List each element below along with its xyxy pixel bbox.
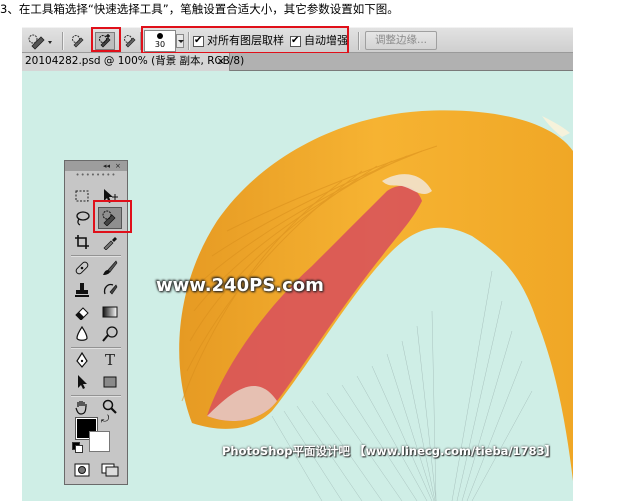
rectangle-icon bbox=[103, 376, 117, 388]
stamp-icon bbox=[75, 283, 89, 297]
tools-divider bbox=[71, 347, 121, 348]
brush-icon bbox=[103, 260, 118, 275]
blur-drop-icon bbox=[76, 326, 88, 341]
subtract-from-selection-mode-button[interactable] bbox=[120, 32, 140, 50]
quick-selection-icon bbox=[28, 34, 52, 50]
sample-all-layers-checkbox[interactable] bbox=[193, 34, 204, 48]
clone-stamp-tool[interactable] bbox=[70, 279, 94, 301]
brush-size-value: 30 bbox=[154, 40, 166, 49]
sample-all-layers-label: 对所有图层取样 bbox=[207, 34, 284, 47]
quick-mask-icon bbox=[74, 463, 90, 477]
document-tab[interactable]: 20104282.psd @ 100% (背景 副本, RGB/8) × bbox=[22, 53, 244, 71]
move-tool[interactable] bbox=[98, 185, 122, 207]
tools-panel-header[interactable]: ◂◂ × bbox=[65, 161, 127, 171]
tools-divider bbox=[71, 255, 121, 256]
quick-selection-tool[interactable] bbox=[98, 207, 122, 229]
subtract-from-selection-icon bbox=[124, 35, 136, 48]
gradient-icon bbox=[102, 306, 118, 318]
path-selection-icon bbox=[78, 375, 87, 389]
sample-all-layers-option[interactable]: 对所有图层取样 bbox=[193, 34, 284, 48]
add-to-selection-icon bbox=[99, 34, 111, 48]
type-icon: T bbox=[104, 351, 115, 369]
add-to-selection-mode-button[interactable] bbox=[95, 32, 115, 50]
auto-enhance-option[interactable]: 自动增强 bbox=[290, 34, 348, 48]
instruction-caption: 3、在工具箱选择“快速选择工具”，笔触设置合适大小，其它参数设置如下图。 bbox=[0, 2, 399, 16]
bandage-icon bbox=[75, 261, 89, 275]
crop-icon bbox=[75, 235, 89, 249]
hand-tool[interactable] bbox=[70, 396, 94, 418]
pen-tool[interactable] bbox=[70, 349, 94, 371]
history-brush-tool[interactable] bbox=[98, 279, 122, 301]
marquee-tool[interactable] bbox=[70, 185, 94, 207]
marquee-icon bbox=[75, 190, 89, 202]
new-selection-icon bbox=[72, 35, 84, 48]
tools-panel: ◂◂ × •••••••• T ⤾ bbox=[64, 160, 128, 485]
spot-healing-tool[interactable] bbox=[70, 257, 94, 279]
auto-enhance-checkbox[interactable] bbox=[290, 34, 301, 48]
eraser-icon bbox=[75, 307, 89, 320]
gradient-tool[interactable] bbox=[98, 301, 122, 323]
screen-mode-icon bbox=[101, 463, 119, 477]
brush-tool[interactable] bbox=[98, 257, 122, 279]
auto-enhance-label: 自动增强 bbox=[304, 34, 348, 47]
document-tab-title: 20104282.psd @ 100% (背景 副本, RGB/8) bbox=[25, 55, 245, 67]
refine-edge-button[interactable]: 调整边缘... bbox=[365, 31, 437, 50]
brush-size-picker[interactable]: 30 bbox=[144, 30, 176, 52]
panel-grip[interactable]: •••••••• bbox=[65, 171, 127, 179]
tab-close-icon[interactable]: × bbox=[217, 53, 225, 70]
rectangle-tool[interactable] bbox=[98, 371, 122, 393]
watermark-text: www.240PS.com bbox=[156, 275, 324, 296]
path-selection-tool[interactable] bbox=[70, 371, 94, 393]
close-panel-icon[interactable]: × bbox=[115, 161, 121, 171]
tool-preset-picker[interactable] bbox=[26, 28, 60, 54]
lasso-icon bbox=[76, 211, 90, 226]
default-colors-icon[interactable] bbox=[72, 442, 83, 453]
hand-icon bbox=[75, 401, 87, 415]
move-icon bbox=[104, 189, 118, 203]
history-brush-icon bbox=[103, 283, 118, 295]
eyedropper-icon bbox=[103, 237, 117, 250]
quick-mask-tool[interactable] bbox=[70, 459, 94, 481]
swap-colors-icon[interactable]: ⤾ bbox=[101, 415, 109, 425]
brush-tip-icon bbox=[157, 33, 163, 39]
pen-icon bbox=[76, 352, 88, 368]
dodge-tool[interactable] bbox=[98, 323, 122, 345]
credit-text: PhotoShop平面设计吧 【www.linecg.com/tieba/178… bbox=[222, 444, 557, 458]
blur-tool[interactable] bbox=[70, 323, 94, 345]
collapse-panel-icon[interactable]: ◂◂ bbox=[103, 161, 110, 171]
type-tool[interactable]: T bbox=[98, 349, 122, 371]
zoom-icon bbox=[102, 399, 117, 414]
background-color-swatch[interactable] bbox=[89, 431, 110, 452]
dodge-icon bbox=[102, 326, 118, 342]
options-bar: 30 对所有图层取样 自动增强 调整边缘... bbox=[22, 27, 573, 53]
screen-mode-tool[interactable] bbox=[98, 459, 122, 481]
brush-picker-dropdown[interactable] bbox=[176, 34, 184, 48]
document-tab-bar: 20104282.psd @ 100% (背景 副本, RGB/8) × bbox=[22, 53, 573, 71]
crop-tool[interactable] bbox=[70, 231, 94, 253]
eyedropper-tool[interactable] bbox=[98, 231, 122, 253]
new-selection-mode-button[interactable] bbox=[68, 32, 88, 50]
quick-selection-icon bbox=[102, 210, 116, 226]
eraser-tool[interactable] bbox=[70, 301, 94, 323]
lasso-tool[interactable] bbox=[70, 207, 94, 229]
